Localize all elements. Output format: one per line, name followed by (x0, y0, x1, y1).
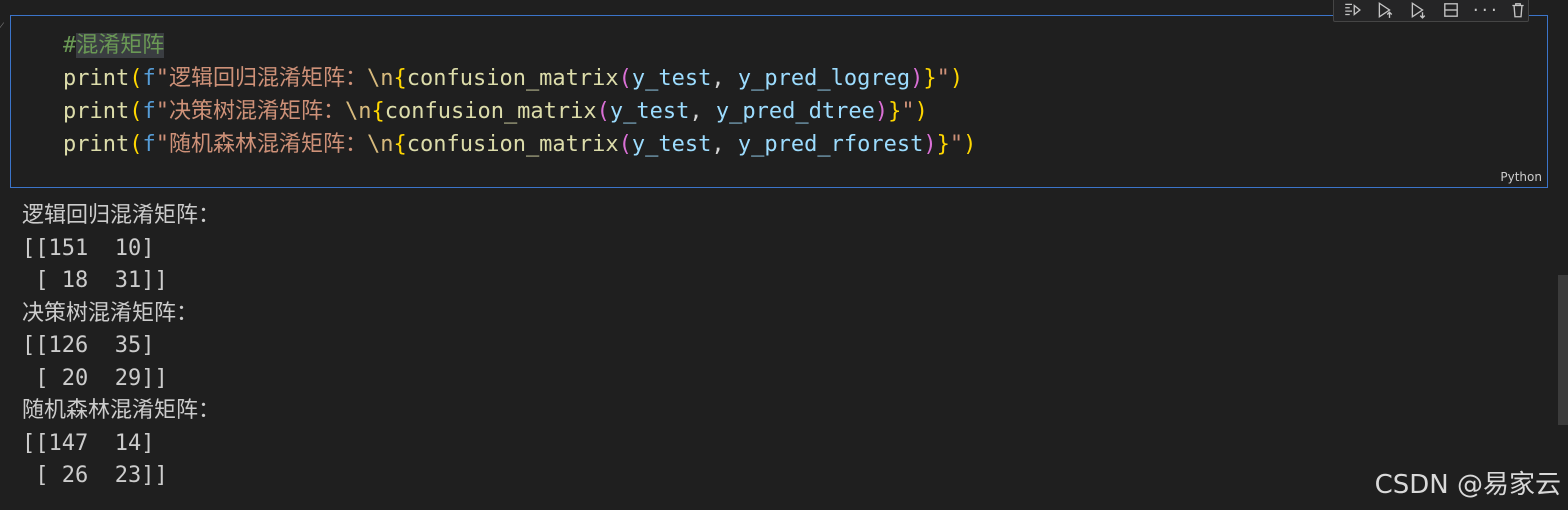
code-token: f (142, 66, 156, 91)
code-token: y_pred_logreg (737, 66, 911, 91)
code-token: ( (618, 132, 632, 157)
output-line: 决策树混淆矩阵： (22, 300, 199, 326)
code-token: y_test (631, 66, 712, 91)
code-line[interactable]: print(f"随机森林混淆矩阵：\n{confusion_matrix(y_t… (63, 128, 976, 161)
code-token: } (888, 99, 902, 124)
code-cell[interactable]: ··· #混淆矩阵 print(f"逻辑回归混淆矩阵：\n{confusion_m… (10, 0, 1548, 188)
code-token: print (63, 66, 130, 91)
code-line[interactable]: print(f"逻辑回归混淆矩阵：\n{confusion_matrix(y_t… (63, 62, 976, 95)
code-token: ) (914, 99, 928, 124)
output-line: 逻辑回归混淆矩阵： (22, 203, 221, 228)
split-cell-icon[interactable] (1442, 0, 1461, 20)
watermark: CSDN @易家云 (1374, 470, 1561, 500)
code-token: ( (618, 66, 632, 91)
cell-language-label[interactable]: Python (1500, 170, 1542, 184)
code-token: , (711, 66, 738, 91)
code-token: ) (949, 66, 964, 91)
output-line: [ 18 31]] (22, 268, 168, 293)
code-token: y_pred_rforest (737, 132, 924, 157)
cell-collapse-marker[interactable]: ⁄ (0, 19, 6, 33)
code-token: { (393, 66, 407, 91)
code-token: ( (129, 66, 143, 91)
code-token: , (689, 99, 716, 124)
code-token: ) (923, 132, 937, 157)
output-line: [[151 10] (22, 235, 155, 261)
code-token: { (393, 132, 407, 157)
more-icon[interactable]: ··· (1471, 0, 1498, 20)
code-token: y_test (609, 99, 690, 124)
code-token: f (142, 132, 156, 157)
code-token: } (923, 66, 937, 91)
code-token: confusion_matrix (406, 132, 619, 157)
code-token: \n (344, 99, 372, 124)
code-token: " (949, 132, 964, 157)
execute-below-icon[interactable] (1408, 0, 1427, 20)
code-token: } (936, 132, 950, 157)
code-token: \n (366, 66, 394, 91)
code-token: confusion_matrix (384, 99, 597, 124)
code-token: , (711, 132, 738, 157)
code-line[interactable]: #混淆矩阵 (63, 29, 976, 62)
code-token: " (901, 99, 915, 124)
output-line: 随机森林混淆矩阵： (22, 398, 221, 423)
code-token: ( (129, 99, 143, 124)
run-by-line-icon[interactable] (1342, 0, 1361, 20)
code-token: { (371, 99, 385, 124)
delete-icon[interactable] (1509, 0, 1528, 20)
code-token: y_test (631, 132, 712, 157)
cell-output: 逻辑回归混淆矩阵： [[151 10] [ 18 31]] 决策树混淆矩阵： [[12… (22, 200, 220, 493)
code-token: print (63, 99, 130, 124)
code-token: print (63, 132, 130, 157)
code-token: f (142, 99, 156, 124)
output-line: [ 20 29]] (22, 365, 168, 391)
code-token: "决策树混淆矩阵： (155, 99, 345, 124)
code-token: ( (596, 99, 610, 124)
output-line: [[126 35] (22, 333, 155, 358)
code-token: " (936, 66, 950, 91)
vertical-scrollbar[interactable] (1558, 275, 1568, 425)
output-line: [[147 14] (22, 430, 155, 456)
code-token: # (63, 33, 77, 58)
code-token: ) (874, 99, 889, 124)
code-token: "逻辑回归混淆矩阵： (155, 66, 367, 91)
code-token: confusion_matrix (406, 66, 619, 91)
code-token: ) (963, 132, 977, 157)
code-line[interactable]: print(f"决策树混淆矩阵：\n{confusion_matrix(y_te… (63, 95, 976, 128)
code-token: y_pred_dtree (715, 99, 875, 124)
code-token: 混淆矩阵 (76, 33, 165, 58)
output-line: [ 26 23]] (22, 463, 168, 488)
code-token: ) (910, 66, 924, 91)
code-token: ( (129, 132, 143, 157)
code-editor[interactable]: #混淆矩阵 print(f"逻辑回归混淆矩阵：\n{confusion_matri… (63, 29, 976, 161)
code-token: "随机森林混淆矩阵： (155, 132, 367, 157)
execute-above-icon[interactable] (1375, 0, 1394, 20)
cell-toolbar: ··· (1333, 0, 1529, 22)
code-token: \n (366, 132, 394, 157)
